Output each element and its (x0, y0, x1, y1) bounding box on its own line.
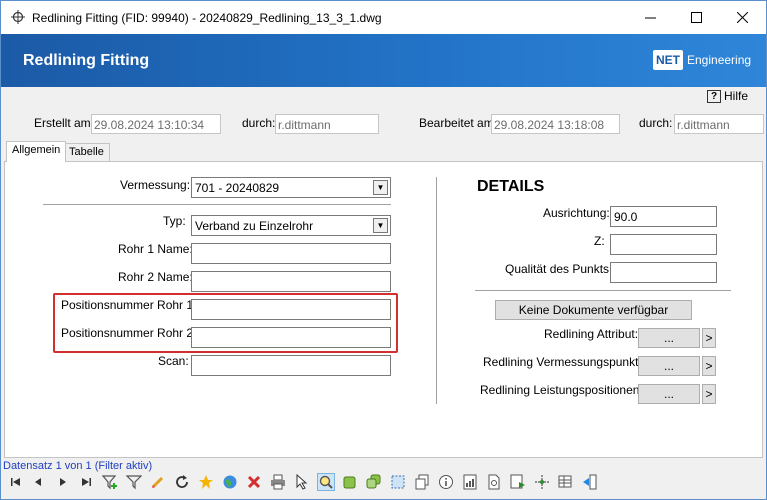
chevron-down-icon[interactable]: ▼ (373, 180, 388, 195)
redlining-attribut-label: Redlining Attribut: (544, 327, 639, 341)
divider (43, 204, 391, 205)
filter-add-icon[interactable] (101, 473, 119, 491)
redlining-leistungspositionen-browse-button[interactable]: ... (638, 384, 700, 404)
info-icon[interactable] (437, 473, 455, 491)
typ-select[interactable]: Verband zu Einzelrohr ▼ (191, 215, 391, 236)
details-heading: DETAILS (477, 178, 545, 195)
created-by-label: durch: (242, 116, 276, 130)
filter-icon[interactable] (125, 473, 143, 491)
created-date-field: 29.08.2024 13:10:34 (91, 114, 221, 134)
record-status: Datensatz 1 von 1 (Filter aktiv) (3, 460, 153, 472)
created-label: Erstellt am: (34, 116, 95, 130)
refresh-icon[interactable] (173, 473, 191, 491)
select-cursor-icon[interactable] (293, 473, 311, 491)
typ-value: Verband zu Einzelrohr (195, 219, 314, 233)
delete-icon[interactable] (245, 473, 263, 491)
ausrichtung-input[interactable]: 90.0 (610, 206, 717, 227)
qualitaet-input[interactable] (610, 262, 717, 283)
close-icon (736, 12, 748, 23)
help-icon: ? (707, 89, 721, 103)
dokumente-button[interactable]: Keine Dokumente verfügbar (495, 300, 692, 320)
title-bar: Redlining Fitting (FID: 99940) - 2024082… (1, 1, 766, 34)
help-label: Hilfe (724, 89, 749, 103)
scan-input[interactable] (191, 355, 391, 376)
details-divider (475, 290, 731, 291)
redlining-leistungspositionen-open-button[interactable]: > (702, 384, 716, 404)
exit-icon[interactable] (581, 473, 599, 491)
redlining-attribut-browse-button[interactable]: ... (638, 328, 700, 348)
edited-by-label: durch: (639, 116, 673, 130)
layer-green-icon[interactable] (341, 473, 359, 491)
bottom-toolbar (5, 473, 765, 495)
typ-label: Typ: (163, 214, 186, 228)
tab-allgemein[interactable]: Allgemein (6, 141, 67, 162)
print-icon[interactable] (269, 473, 287, 491)
chevron-down-icon[interactable]: ▼ (373, 218, 388, 233)
maximize-icon (690, 12, 702, 23)
minimize-icon (644, 17, 656, 19)
z-input[interactable] (610, 234, 717, 255)
globe-icon[interactable] (221, 473, 239, 491)
header-banner: Redlining Fitting NET Engineering (1, 34, 766, 87)
first-record-icon[interactable] (7, 473, 25, 491)
report-icon[interactable] (461, 473, 479, 491)
next-record-icon[interactable] (54, 473, 72, 491)
redlining-vermessungspunkt-label: Redlining Vermessungspunkt: (483, 355, 642, 369)
last-record-icon[interactable] (77, 473, 95, 491)
edited-label: Bearbeitet am: (419, 116, 498, 130)
redlining-attribut-open-button[interactable]: > (702, 328, 716, 348)
select-area-icon[interactable] (389, 473, 407, 491)
edited-date-field: 29.08.2024 13:18:08 (491, 114, 620, 134)
created-by-field: r.dittmann (275, 114, 379, 134)
rohr1-input[interactable] (191, 243, 391, 264)
copy-icon[interactable] (413, 473, 431, 491)
edit-pencil-icon[interactable] (149, 473, 167, 491)
vermessung-select[interactable]: 701 - 20240829 ▼ (191, 177, 391, 198)
ausrichtung-label: Ausrichtung: (543, 206, 610, 220)
form-title: Redlining Fitting (23, 52, 150, 69)
logo-net-text: NET (653, 50, 683, 70)
window-title: Redlining Fitting (FID: 99940) - 2024082… (32, 11, 382, 25)
vermessung-label: Vermessung: (120, 178, 191, 192)
move-icon[interactable] (533, 473, 551, 491)
highlight-box (53, 293, 398, 353)
maximize-button[interactable] (673, 1, 719, 34)
document-icon[interactable] (485, 473, 503, 491)
scan-label: Scan: (158, 354, 189, 368)
vermessung-value: 701 - 20240829 (195, 181, 280, 195)
tab-tabelle[interactable]: Tabelle (63, 143, 110, 161)
close-button[interactable] (719, 1, 765, 34)
new-star-icon[interactable] (197, 473, 215, 491)
vertical-divider (436, 177, 437, 404)
layer-copy-icon[interactable] (365, 473, 383, 491)
help-link[interactable]: ? Hilfe (707, 89, 748, 103)
edited-by-field: r.dittmann (674, 114, 764, 134)
minimize-button[interactable] (627, 1, 673, 34)
rohr2-label: Rohr 2 Name: (118, 270, 193, 284)
redlining-leistungspositionen-label: Redlining Leistungspositionen: (480, 383, 643, 397)
rohr1-label: Rohr 1 Name: (118, 242, 193, 256)
export-icon[interactable] (509, 473, 527, 491)
rohr2-input[interactable] (191, 271, 391, 292)
z-label: Z: (594, 234, 605, 248)
redlining-vermessungspunkt-browse-button[interactable]: ... (638, 356, 700, 376)
crosshair-icon (11, 10, 25, 24)
net-engineering-logo: NET Engineering (653, 48, 751, 72)
redlining-vermessungspunkt-open-button[interactable]: > (702, 356, 716, 376)
zoom-icon[interactable] (317, 473, 335, 491)
logo-engineering-text: Engineering (687, 53, 752, 67)
table-edit-icon[interactable] (557, 473, 575, 491)
app-window: Redlining Fitting (FID: 99940) - 2024082… (0, 0, 767, 500)
qualitaet-label: Qualität des Punkts: (505, 262, 613, 276)
prev-record-icon[interactable] (30, 473, 48, 491)
